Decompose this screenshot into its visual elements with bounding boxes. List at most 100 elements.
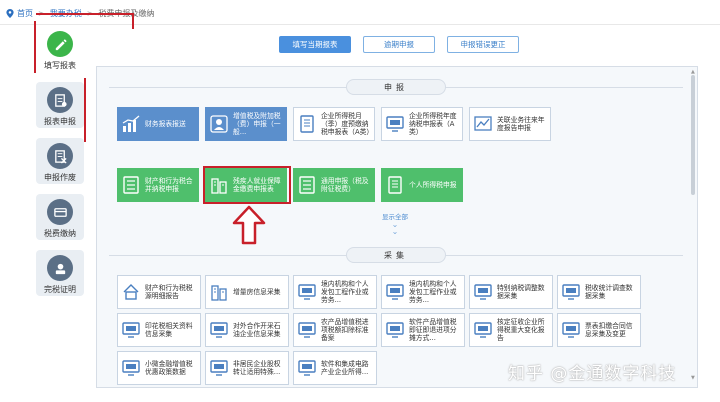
declare-tile[interactable]: 企业所得税年度纳税申报表（A类） — [381, 107, 463, 141]
collect-tile[interactable]: 农产品增值税进项税额扣除标准备案 — [293, 313, 377, 347]
tile-label: 印花税相关资料信息采集 — [145, 322, 193, 338]
house-icon — [121, 283, 141, 301]
section-declare: 申报 — [109, 79, 683, 95]
doc-icon — [297, 115, 317, 133]
collect-tile[interactable]: 软件和集成电路产业企业所得... — [293, 351, 377, 385]
chevron-down-icon: ⌄ ⌄ — [391, 220, 399, 236]
trend-icon — [473, 115, 493, 133]
tile-label: 境内机构和个人发包工程作业或劳务... — [321, 280, 369, 304]
tile-label: 财产和行为税合并纳税申报 — [145, 177, 193, 193]
monitor-icon — [297, 359, 317, 377]
section-collect-title: 采集 — [346, 247, 446, 263]
collect-tile[interactable]: 非居民企业股权转让适用特殊... — [205, 351, 289, 385]
monitor-icon — [385, 321, 405, 339]
nav-declare-void[interactable]: 申报作废 — [36, 138, 84, 184]
nav-report-declare[interactable]: 报表申报 — [36, 82, 84, 128]
certificate-icon — [47, 255, 73, 281]
tile-label: 通用申报（税及附征税费） — [321, 177, 369, 193]
nav-tax-payment[interactable]: 税费缴纳 — [36, 194, 84, 240]
nav-label: 申报作废 — [44, 173, 76, 182]
annotation-frame — [36, 13, 134, 29]
section-declare-title: 申报 — [346, 79, 446, 95]
tile-label: 税收统计调查数据采集 — [585, 284, 633, 300]
tile-label: 企业所得税月（季）度预缴纳税申报表（A类） — [321, 112, 374, 136]
annotation-highlight-box — [203, 166, 291, 204]
declare-tile[interactable]: 通用申报（税及附征税费） — [293, 168, 375, 202]
tile-label: 小微金融增值税优惠政策数据 — [145, 360, 193, 376]
collect-tile[interactable]: 境内机构和个人发包工程作业或劳务... — [381, 275, 465, 309]
monitor-icon — [297, 283, 317, 301]
nav-label: 填写报表 — [44, 61, 76, 70]
tab-overdue[interactable]: 逾期申报 — [363, 36, 435, 53]
payment-icon — [47, 199, 73, 225]
collect-tile[interactable]: 核定征收企业所得税重大变化报告 — [469, 313, 553, 347]
tile-label: 特别纳税调整数据采集 — [497, 284, 545, 300]
section-collect: 采集 — [109, 247, 683, 263]
tile-label: 财产和行为税税源明细报告 — [145, 284, 193, 300]
collect-tile[interactable]: 增量房信息采集 — [205, 275, 289, 309]
collect-tile[interactable]: 税收统计调查数据采集 — [557, 275, 641, 309]
scroll-down-icon[interactable]: ▼ — [691, 375, 695, 381]
tile-label: 增值税及附加税（费）申报（一般... — [233, 112, 281, 136]
tile-label: 票表扣缴合同信息采集及变更 — [585, 322, 633, 338]
declare-tile[interactable]: 个人所得税申报 — [381, 168, 463, 202]
collect-tile[interactable]: 小微金融增值税优惠政策数据 — [117, 351, 201, 385]
tile-label: 软件产品增值税即征即退进项分摊方式... — [409, 318, 457, 342]
collect-tile[interactable]: 票表扣缴合同信息采集及变更 — [557, 313, 641, 347]
nav-label: 完税证明 — [44, 285, 76, 294]
form-icon — [47, 87, 73, 113]
declare-tile[interactable]: 财务报表报送 — [117, 107, 199, 141]
collect-tile[interactable]: 财产和行为税税源明细报告 — [117, 275, 201, 309]
tile-label: 关联业务往来年度报告申报 — [497, 116, 545, 132]
tile-label: 软件和集成电路产业企业所得... — [321, 360, 369, 376]
void-icon — [47, 143, 73, 169]
collect-tile[interactable]: 对外合作开采石油企业信息采集 — [205, 313, 289, 347]
monitor-icon — [473, 321, 493, 339]
monitor-icon — [209, 321, 229, 339]
annotation-arrow-icon — [232, 205, 266, 245]
building-icon — [209, 283, 229, 301]
monitor-icon — [209, 359, 229, 377]
location-pin-icon — [6, 8, 14, 18]
tab-current-report[interactable]: 填写当期报表 — [279, 36, 351, 53]
tab-correction[interactable]: 申报错误更正 — [447, 36, 519, 53]
person-icon — [209, 115, 229, 133]
watermark: 知乎 @金通数字科技 — [508, 364, 677, 384]
tile-label: 财务报表报送 — [145, 120, 186, 128]
tile-label: 境内机构和个人发包工程作业或劳务... — [409, 280, 457, 304]
tile-label: 核定征收企业所得税重大变化报告 — [497, 318, 545, 342]
declare-tile[interactable]: 财产和行为税合并纳税申报 — [117, 168, 199, 202]
monitor-icon — [385, 283, 405, 301]
collect-tile[interactable]: 境内机构和个人发包工程作业或劳务... — [293, 275, 377, 309]
tile-label: 对外合作开采石油企业信息采集 — [233, 322, 281, 338]
annotation-frame — [82, 78, 86, 142]
breadcrumb-home[interactable]: 首页 — [17, 8, 33, 19]
monitor-icon — [121, 359, 141, 377]
declare-tile[interactable]: 企业所得税月（季）度预缴纳税申报表（A类） — [293, 107, 375, 141]
scrollbar[interactable]: ▲ ▼ — [691, 69, 695, 381]
scrollbar-thumb[interactable] — [691, 75, 695, 195]
monitor-icon — [561, 321, 581, 339]
monitor-icon — [121, 321, 141, 339]
list-icon — [297, 176, 317, 194]
declare-tile[interactable]: 关联业务往来年度报告申报 — [469, 107, 551, 141]
tile-label: 非居民企业股权转让适用特殊... — [233, 360, 281, 376]
declare-tile[interactable]: 增值税及附加税（费）申报（一般... — [205, 107, 287, 141]
tile-label: 增量房信息采集 — [233, 288, 281, 296]
collect-tile[interactable]: 特别纳税调整数据采集 — [469, 275, 553, 309]
tile-label: 企业所得税年度纳税申报表（A类） — [409, 112, 457, 136]
nav-label: 报表申报 — [44, 117, 76, 126]
monitor-icon — [473, 283, 493, 301]
chart-icon — [121, 115, 141, 133]
list-icon — [121, 176, 141, 194]
monitor-icon — [561, 283, 581, 301]
nav-label: 税费缴纳 — [44, 229, 76, 238]
show-all-button[interactable]: 显示全部 ⌄ ⌄ — [378, 211, 412, 236]
tile-label: 个人所得税申报 — [409, 181, 457, 189]
tab-bar: 填写当期报表 逾期申报 申报错误更正 — [0, 36, 720, 54]
collect-tile[interactable]: 软件产品增值税即征即退进项分摊方式... — [381, 313, 465, 347]
collect-tile[interactable]: 印花税相关资料信息采集 — [117, 313, 201, 347]
nav-tax-certificate[interactable]: 完税证明 — [36, 250, 84, 296]
doc-icon — [385, 176, 405, 194]
monitor-icon — [297, 321, 317, 339]
